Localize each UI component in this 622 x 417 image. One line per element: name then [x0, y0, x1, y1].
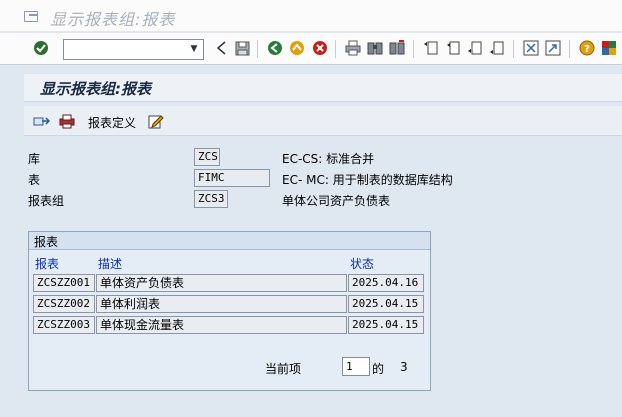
column-header-status[interactable]: 状态 [350, 255, 374, 272]
command-field[interactable]: ▼ [63, 39, 204, 60]
current-entry-input[interactable]: 1 [342, 357, 370, 376]
toolbar-separator [257, 40, 258, 58]
table-row-3-description[interactable]: 单体现金流量表 [96, 316, 347, 334]
find-next-icon[interactable] [389, 40, 405, 56]
total-entries: 3 [400, 360, 408, 374]
library-label: 库 [28, 152, 41, 166]
report-group-description: 单体公司资产负债表 [282, 194, 391, 208]
report-group-field[interactable]: ZCS3 [194, 190, 228, 208]
library-field[interactable]: ZCS [194, 148, 220, 166]
customize-layout-icon[interactable] [601, 40, 617, 56]
table-row-3-status[interactable]: 2025.04.15 [348, 316, 424, 334]
export-icon[interactable] [33, 113, 51, 129]
svg-text:?: ? [584, 44, 590, 55]
table-row-1-status[interactable]: 2025.04.16 [348, 274, 424, 292]
system-menu-icon[interactable] [24, 11, 38, 22]
previous-page-icon[interactable] [445, 40, 461, 56]
column-header-report[interactable]: 报表 [35, 255, 59, 272]
print-icon[interactable] [345, 40, 361, 56]
toolbar-separator [335, 40, 336, 58]
help-icon[interactable]: ? [579, 40, 595, 56]
column-header-description[interactable]: 描述 [98, 255, 122, 272]
first-page-icon[interactable] [423, 40, 439, 56]
toolbar-separator [569, 40, 570, 58]
last-page-icon[interactable] [489, 40, 505, 56]
table-row-3-report[interactable]: ZCSZZ003 [33, 316, 95, 334]
table-row-1-report[interactable]: ZCSZZ001 [33, 274, 95, 292]
find-icon[interactable] [367, 40, 383, 56]
of-label: 的 [372, 362, 385, 376]
report-definition-button[interactable]: 报表定义 [88, 114, 136, 131]
page-title: 显示报表组:报表 [40, 80, 151, 98]
next-page-icon[interactable] [467, 40, 483, 56]
table-label: 表 [28, 173, 41, 187]
reports-group-title: 报表 [34, 235, 59, 249]
table-row-1-description[interactable]: 单体资产负债表 [96, 274, 347, 292]
table-description: EC- MC: 用于制表的数据库结构 [282, 173, 453, 187]
table-row-2-description[interactable]: 单体利润表 [96, 295, 347, 313]
back-icon[interactable] [267, 40, 283, 56]
table-field[interactable]: FIMC [194, 169, 270, 187]
library-description: EC-CS: 标准合并 [282, 152, 375, 166]
edit-icon[interactable] [147, 113, 165, 129]
application-toolbar: 报表定义 [24, 106, 622, 136]
back-arrow-icon[interactable] [214, 40, 230, 56]
toolbar-separator [413, 40, 414, 58]
new-session-icon[interactable] [523, 40, 539, 56]
current-entry-label: 当前项 [265, 362, 302, 376]
table-row-2-report[interactable]: ZCSZZ002 [33, 295, 95, 313]
toolbar-separator [513, 40, 514, 58]
dropdown-icon[interactable]: ▼ [187, 43, 201, 56]
cancel-icon[interactable] [312, 40, 328, 56]
window-title: 显示报表组:报表 [50, 10, 176, 29]
report-group-label: 报表组 [28, 194, 65, 208]
save-icon[interactable] [234, 40, 250, 56]
exit-icon[interactable] [289, 40, 305, 56]
window-titlebar: 显示报表组:报表 [0, 0, 622, 32]
reports-group: 报表 报表 描述 状态 ZCSZZ001 单体资产负债表 2025.04.16 … [28, 231, 431, 391]
print-preview-icon[interactable] [58, 113, 76, 129]
command-input[interactable] [64, 40, 186, 59]
screen-title-bar: 显示报表组:报表 [24, 74, 622, 102]
reports-group-title-bar: 报表 [29, 232, 430, 250]
enter-icon[interactable] [33, 40, 49, 56]
shortcut-icon[interactable] [545, 40, 561, 56]
table-row-2-status[interactable]: 2025.04.15 [348, 295, 424, 313]
